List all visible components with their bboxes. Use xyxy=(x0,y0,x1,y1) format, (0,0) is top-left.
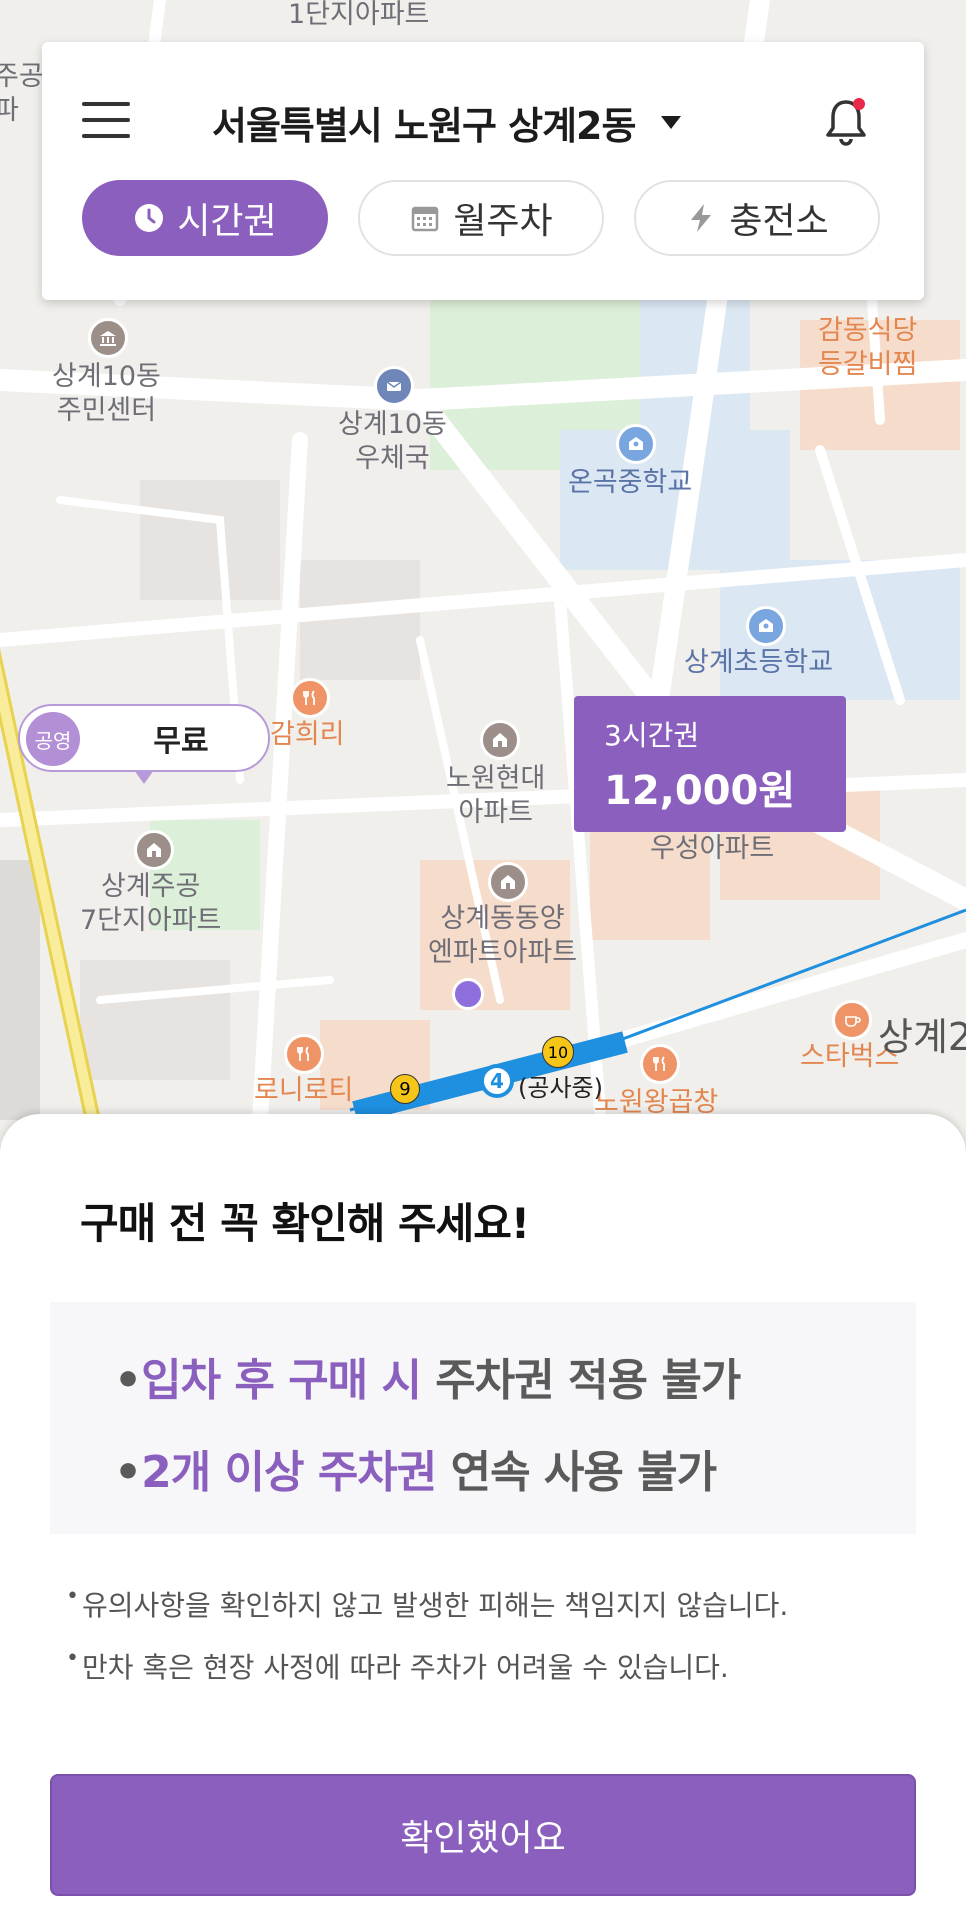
disclaimer-note: 유의사항을 확인하지 않고 발생한 피해는 책임지지 않습니다. xyxy=(66,1584,788,1624)
government-building-icon[interactable] xyxy=(88,318,128,358)
bullet: • xyxy=(114,1447,142,1498)
tab-label: 충전소 xyxy=(729,201,829,242)
apartment-icon[interactable] xyxy=(480,720,520,760)
restaurant-icon[interactable] xyxy=(640,1044,680,1084)
sheet-title: 구매 전 꼭 확인해 주세요! xyxy=(80,1199,530,1248)
map-label-hyundai-apt: 노원현대 아파트 xyxy=(446,763,546,828)
school-icon[interactable] xyxy=(616,424,656,464)
map-label-elementary: 상계초등학교 xyxy=(684,647,834,678)
subway-exit-badge: 10 xyxy=(542,1036,574,1068)
map-label-left-edge: 주공 파 xyxy=(0,61,44,126)
map-label-wooseong-apt: 우성아파트 xyxy=(650,833,775,864)
notice-box: •입차 후 구매 시 주차권 적용 불가 •2개 이상 주차권 연속 사용 불가 xyxy=(50,1302,916,1534)
map-label-sanggye2: 상계2 xyxy=(878,1015,966,1059)
tab-hourly-pass[interactable]: 시간권 xyxy=(82,180,328,256)
parking-price-marker[interactable]: 3시간권 12,000원 xyxy=(574,696,846,832)
price-marker-price: 12,000원 xyxy=(604,768,796,814)
tab-charging-station[interactable]: 충전소 xyxy=(634,180,880,256)
lightning-icon xyxy=(691,204,712,232)
calendar-icon xyxy=(412,206,439,232)
apartment-icon[interactable] xyxy=(134,830,174,870)
search-header: 서울특별시 노원구 상계2동 시간권 월주차 충전소 xyxy=(42,42,924,300)
map-label-dongyang-apt: 상계동동양 엔파트아파트 xyxy=(428,903,578,968)
confirm-button[interactable]: 확인했어요 xyxy=(50,1774,916,1896)
purchase-notice-sheet: 구매 전 꼭 확인해 주세요! •입차 후 구매 시 주차권 적용 불가 •2개… xyxy=(0,1114,966,1923)
notice-item: •2개 이상 주차권 연속 사용 불가 xyxy=(114,1436,718,1500)
map-label-restaurant2: 감희리 xyxy=(270,719,345,750)
notification-bell-icon[interactable] xyxy=(822,94,870,150)
current-location-dot xyxy=(452,978,484,1010)
notification-dot xyxy=(853,98,865,110)
bullet: • xyxy=(114,1355,142,1406)
tab-label: 시간권 xyxy=(177,201,277,242)
cafe-icon[interactable] xyxy=(832,1000,872,1040)
notice-item: •입차 후 구매 시 주차권 적용 불가 xyxy=(114,1344,741,1408)
hamburger-menu-icon[interactable] xyxy=(82,102,132,142)
map-label-restaurant1: 감동식당 등갈비찜 xyxy=(818,315,918,380)
caret-down-icon xyxy=(661,115,682,129)
notice-text: 주차권 적용 불가 xyxy=(420,1355,741,1406)
price-marker-ticket: 3시간권 xyxy=(604,719,700,752)
free-label: 무료 xyxy=(153,724,209,759)
subway-exit-badge: 9 xyxy=(390,1074,420,1104)
restaurant-icon[interactable] xyxy=(290,678,330,718)
notice-text: 연속 사용 불가 xyxy=(436,1447,718,1498)
map-label-apt1: 1단지아파트 xyxy=(288,0,430,30)
clock-icon xyxy=(135,204,164,232)
marker-pointer xyxy=(134,770,154,784)
map-label-post-office: 상계10동 우체국 xyxy=(338,409,447,474)
notice-highlight: 2개 이상 주차권 xyxy=(141,1447,437,1498)
subway-station-icon[interactable]: 4 xyxy=(480,1064,514,1098)
tab-monthly-parking[interactable]: 월주차 xyxy=(358,180,604,256)
notice-highlight: 입차 후 구매 시 xyxy=(141,1355,422,1406)
tab-label: 월주차 xyxy=(453,201,553,242)
disclaimer-note: 만차 혹은 현장 사정에 따라 주차가 어려울 수 있습니다. xyxy=(66,1646,729,1686)
map-label-community-center: 상계10동 주민센터 xyxy=(52,361,161,426)
map-label-middle-school: 온곡중학교 xyxy=(568,467,693,498)
map-label-jugong7: 상계주공 7단지아파트 xyxy=(80,871,222,936)
location-selector[interactable]: 서울특별시 노원구 상계2동 xyxy=(212,97,682,148)
public-badge: 공영 xyxy=(26,712,80,766)
post-office-icon[interactable] xyxy=(374,366,414,406)
map-label-roniroti: 로니로티 xyxy=(254,1075,354,1106)
map-label-construction: (공사중) xyxy=(518,1074,603,1102)
location-text: 서울특별시 노원구 상계2동 xyxy=(212,103,636,148)
restaurant-icon[interactable] xyxy=(284,1034,324,1074)
school-icon[interactable] xyxy=(746,606,786,646)
free-parking-marker[interactable]: 공영 무료 xyxy=(18,704,270,772)
apartment-icon[interactable] xyxy=(488,862,528,902)
